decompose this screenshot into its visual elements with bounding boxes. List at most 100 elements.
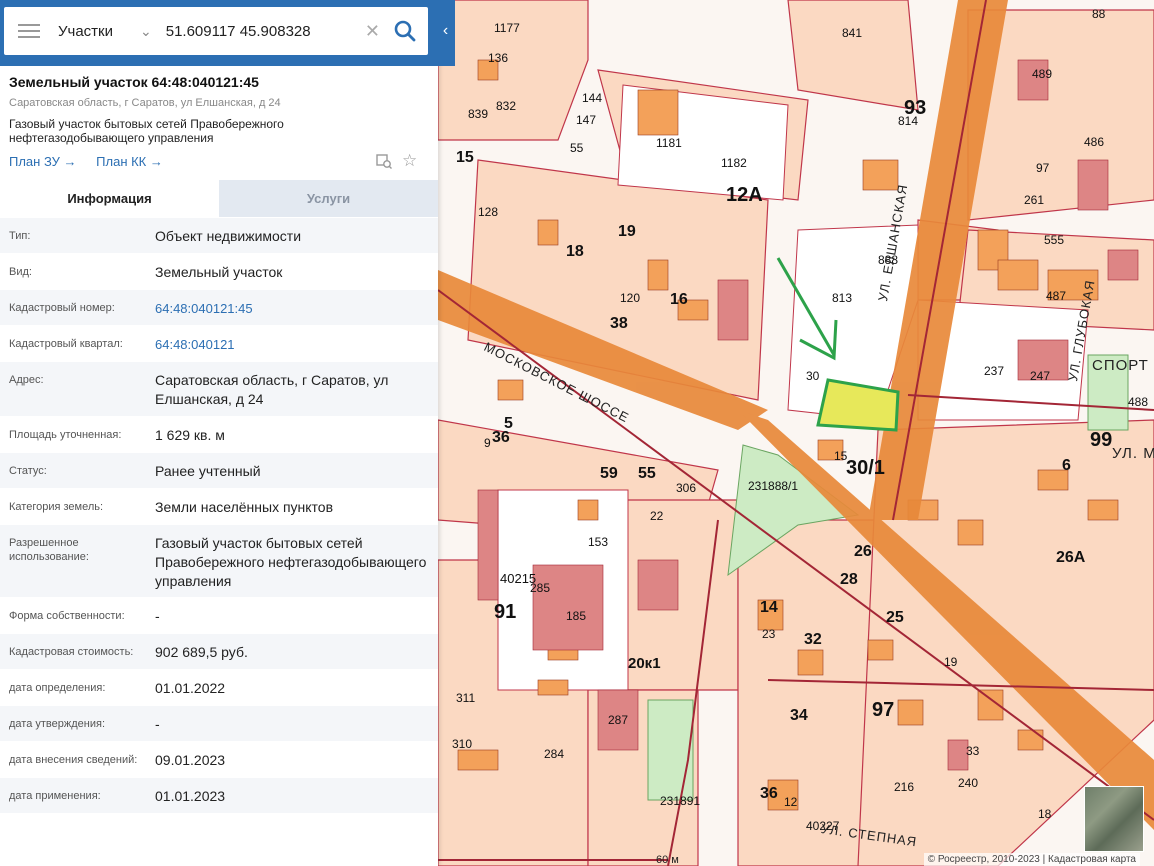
info-key: дата определения: [9,682,106,694]
map-label: 33 [966,744,980,758]
collapse-panel-button[interactable]: ‹ [436,14,455,48]
info-value: Объект недвижимости [155,228,302,244]
menu-icon[interactable] [18,24,40,38]
tab-services[interactable]: Услуги [219,180,438,217]
map-label: 97 [872,699,895,721]
plan-kk-link[interactable]: План КК → [96,154,163,169]
info-key: Категория земель: [9,501,104,513]
info-key: Площадь уточненная: [9,429,122,441]
info-key: дата применения: [9,790,101,802]
info-row: Категория земель: Земли населённых пункт… [0,489,438,525]
map-label: 55 [570,141,584,155]
map-label: 136 [488,51,509,65]
search-bar: Участки ⌄ 51.609117 45.908328 ✕ ‹ [0,0,455,66]
info-row: дата утверждения: - [0,706,438,742]
info-value: 01.01.2022 [155,680,226,696]
map-label: 240 [958,776,979,790]
info-key: Тип: [9,230,31,242]
map-label: 247 [1030,369,1051,383]
map-label: 59 [600,465,618,482]
info-row: Разрешенное использование: Газовый участ… [0,525,438,598]
info-row: Статус: Ранее учтенный [0,453,438,489]
map-label: 310 [452,737,473,751]
map-label: 18 [1038,807,1052,821]
map-label: 144 [582,91,603,105]
info-value: 09.01.2023 [155,752,226,768]
map-label: 1182 [721,156,747,170]
info-value: Газовый участок бытовых сетей Правобереж… [155,535,427,589]
plan-links: План ЗУ → План КК → [9,154,179,169]
info-key: Статус: [9,465,47,477]
map-label: 36 [492,429,510,446]
info-value: Земли населённых пунктов [155,499,334,515]
map-label: 55 [638,465,656,482]
map-label: 311 [456,691,476,705]
map-label: 216 [894,780,915,794]
info-row: дата внесения сведений: 09.01.2023 [0,742,438,778]
info-row: дата применения: 01.01.2023 [0,778,438,814]
map-label: 486 [1084,135,1105,149]
info-value: Ранее учтенный [155,463,261,479]
map-label: 15 [456,149,474,166]
cadastral-number-link[interactable]: 64:48:040121:45 [146,290,438,325]
map-label: 813 [832,291,853,305]
map-label: 12 [784,795,798,809]
info-value: 01.01.2023 [155,788,226,804]
map-label: 487 [1046,289,1067,303]
search-input[interactable]: 51.609117 45.908328 [166,23,365,40]
map-label: 5 [504,415,513,432]
map-label: 91 [494,601,517,623]
info-row: дата определения: 01.01.2022 [0,670,438,706]
search-icon[interactable] [390,16,420,46]
map-label: 237 [984,364,1005,378]
info-key: Кадастровый квартал: [9,338,123,350]
map-label: 128 [478,205,499,219]
plan-zu-link[interactable]: План ЗУ → [9,154,77,169]
map-label: 814 [898,114,919,128]
map-label: 9 [484,436,491,450]
map-label: 839 [468,107,489,121]
info-row: Кадастровый номер: 64:48:040121:45 [0,290,438,326]
satellite-layer-toggle[interactable] [1084,786,1144,852]
chevron-down-icon[interactable]: ⌄ [140,23,152,40]
show-on-map-icon[interactable] [376,153,392,169]
map-label: 19 [944,655,958,669]
info-row: Тип: Объект недвижимости [0,218,438,254]
map-label: 841 [842,26,863,40]
cadastral-map[interactable]: 841 93 814 1181 1182 12А 888 813 555 487… [438,0,1154,866]
map-label: 19 [618,223,636,240]
star-icon[interactable]: ☆ [402,151,417,171]
tab-info[interactable]: Информация [0,180,219,217]
info-value: 1 629 кв. м [155,427,225,443]
layer-select[interactable]: Участки [58,23,140,40]
info-key: Адрес: [9,374,44,386]
map-label: 489 [1032,67,1053,81]
close-icon[interactable]: ✕ [365,21,380,42]
info-row: Кадастровый квартал: 64:48:040121 [0,326,438,362]
map-label: 16 [670,291,688,308]
info-value: - [155,608,160,624]
cadastral-quarter-link[interactable]: 64:48:040121 [146,326,438,361]
map-label: 231891 [660,794,701,808]
map-label: 34 [790,707,808,724]
info-key: Кадастровая стоимость: [9,646,134,658]
map-label: 12А [726,184,763,206]
map-label: 28 [840,571,858,588]
map-label: 18 [566,243,584,260]
map-label: 20к1 [628,655,661,672]
info-value: 902 689,5 руб. [155,644,248,660]
info-panel: Участки ⌄ 51.609117 45.908328 ✕ ‹ Земель… [0,0,455,866]
map-label: 30/1 [846,457,885,479]
map-label: 153 [588,535,609,549]
info-key: Разрешенное использование: [9,537,89,563]
map-label: 284 [544,747,565,761]
map-label: 97 [1036,161,1050,175]
info-key: дата внесения сведений: [9,754,138,766]
info-value: - [155,716,160,732]
map-attribution: © Росреестр, 2010-2023 | Кадастровая кар… [923,853,1140,866]
map-label: 185 [566,609,587,623]
info-key: Кадастровый номер: [9,302,115,314]
search-box: Участки ⌄ 51.609117 45.908328 ✕ [4,7,428,55]
info-row: Кадастровая стоимость: 902 689,5 руб. [0,634,438,670]
map-label: 285 [530,581,551,595]
